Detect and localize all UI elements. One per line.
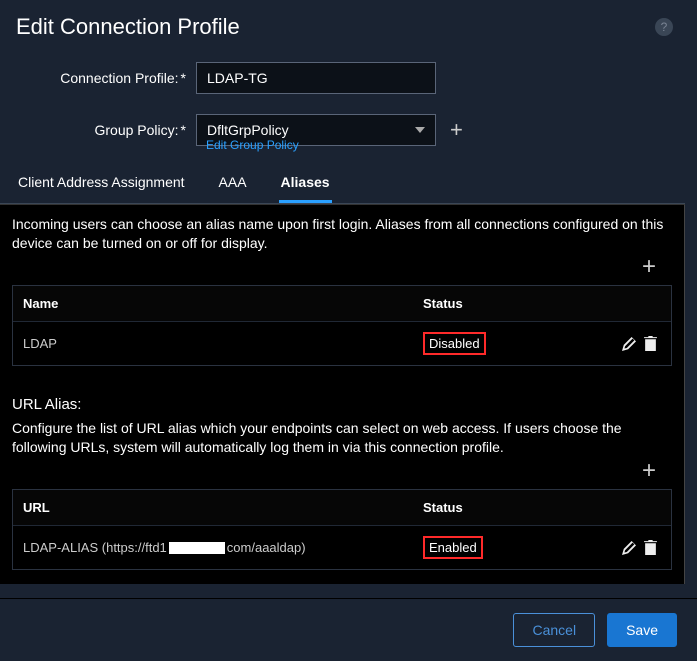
aliases-description: Incoming users can choose an alias name … [0,205,684,255]
help-icon[interactable]: ? [655,18,673,36]
table-header: URL Status [13,490,671,525]
tab-aliases[interactable]: Aliases [279,166,332,203]
alias-status: Disabled [413,322,543,365]
delete-icon[interactable] [644,336,657,351]
table-row: LDAP-ALIAS (https://ftd1com/aaaldap) Ena… [13,525,671,569]
connection-profile-label: Connection Profile: [16,70,196,86]
tabs: Client Address Assignment AAA Aliases [0,166,697,204]
scrollbar[interactable] [685,198,697,578]
delete-icon[interactable] [644,540,657,555]
dialog-header: Edit Connection Profile ? [0,0,697,50]
col-actions-header [543,497,671,517]
tab-aaa[interactable]: AAA [217,166,249,203]
status-badge: Disabled [423,332,486,355]
group-policy-label: Group Policy: [16,122,196,138]
col-name-header: Name [13,286,413,321]
edit-icon[interactable] [622,337,636,351]
tab-client-address-assignment[interactable]: Client Address Assignment [16,166,187,203]
col-status-header: Status [413,286,543,321]
dialog-footer: Cancel Save [0,598,697,661]
url-alias-status: Enabled [413,526,543,569]
url-alias-table: URL Status LDAP-ALIAS (https://ftd1com/a… [12,489,672,570]
edit-icon[interactable] [622,541,636,555]
dialog-title: Edit Connection Profile [16,14,240,40]
url-alias-title: URL Alias: [0,366,684,419]
alias-name: LDAP [13,326,413,361]
form-area: Connection Profile: Group Policy: DfltGr… [0,50,697,166]
connection-profile-input[interactable] [196,62,436,94]
add-url-alias-button[interactable]: + [642,457,656,485]
group-policy-value: DfltGrpPolicy [207,122,289,138]
col-url-header: URL [13,490,413,525]
row-actions [543,325,671,361]
save-button[interactable]: Save [607,613,677,647]
cancel-button[interactable]: Cancel [513,613,595,647]
status-badge: Enabled [423,536,483,559]
row-actions [543,529,671,565]
url-alias-url: LDAP-ALIAS (https://ftd1com/aaaldap) [13,530,413,565]
col-status-header: Status [413,490,543,525]
table-header: Name Status [13,286,671,321]
tab-content: Incoming users can choose an alias name … [0,204,685,584]
edit-group-policy-link[interactable]: Edit Group Policy [206,138,681,152]
aliases-table: Name Status LDAP Disabled [12,285,672,366]
col-actions-header [543,293,671,313]
chevron-down-icon [415,127,425,133]
url-alias-description: Configure the list of URL alias which yo… [0,419,684,459]
redacted-segment [169,542,225,554]
table-row: LDAP Disabled [13,321,671,365]
add-group-policy-button[interactable]: + [450,117,463,143]
add-alias-button[interactable]: + [642,253,656,281]
